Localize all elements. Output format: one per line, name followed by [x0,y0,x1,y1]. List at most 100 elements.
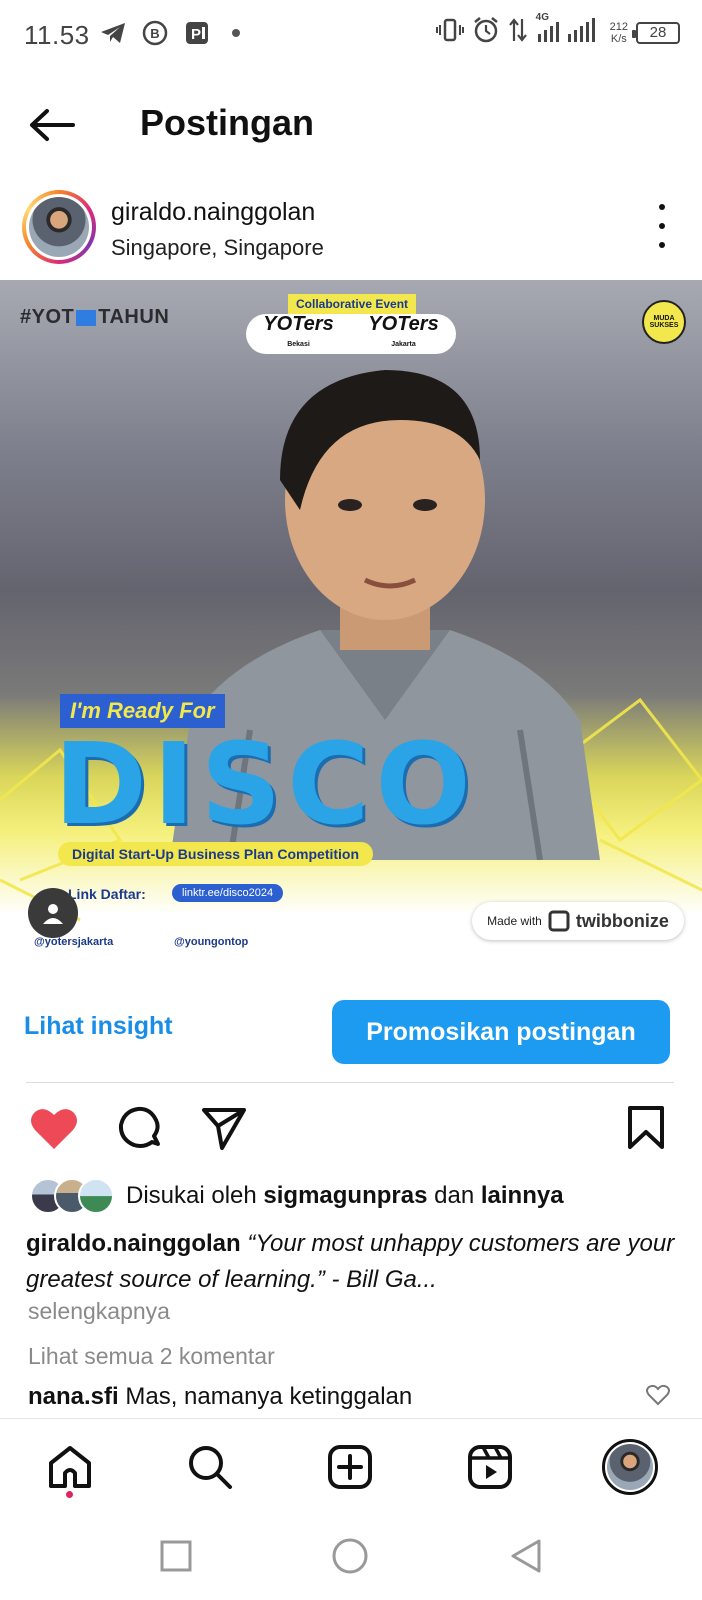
ig-handle-yotersjakarta: @yotersjakarta [34,936,114,948]
save-button[interactable] [620,1102,672,1154]
image-hashtag: #YOT TAHUN [20,306,169,329]
more-options-button[interactable] [652,204,672,248]
data-arrows-icon [508,17,528,48]
likes-others[interactable]: lainnya [481,1182,564,1209]
more-dot-icon [659,204,665,210]
nav-create[interactable] [322,1439,378,1495]
likes-conj: dan [434,1182,475,1209]
back-button[interactable] [22,100,82,150]
divider [26,1082,674,1083]
speed-value: 212 [609,20,628,33]
hashtag-left: #YOT [20,306,75,328]
heart-outline-icon [646,1384,670,1406]
network-type: 4G [535,12,549,23]
comment-preview[interactable]: nana.sfi Mas, namanya ketinggalan [28,1383,412,1411]
twibbonize-badge: Made with twibbonize [472,902,684,940]
competition-subtitle: Digital Start-Up Business Plan Competiti… [58,842,374,866]
parking-icon: P [182,18,212,48]
svg-text:B: B [150,26,159,41]
nav-search[interactable] [182,1439,238,1495]
more-dot-icon [659,242,665,248]
nav-home[interactable] [42,1439,98,1495]
comment-text: Mas, namanya ketinggalan [125,1383,413,1410]
person-tag-icon [43,904,63,924]
insight-row: Lihat insight Promosikan postingan [0,994,702,1064]
bookmark-icon [628,1106,664,1149]
likes-prefix: Disukai oleh [126,1182,257,1209]
likes-row[interactable]: Disukai oleh sigmagunpras dan lainnya [30,1176,564,1216]
back-triangle-icon [511,1539,541,1573]
bottom-nav-bar [0,1418,702,1514]
post-caption[interactable]: giraldo.nainggolan “Your most unhappy cu… [26,1226,676,1298]
avatar-image [29,197,89,257]
disco-title: DISCO [54,720,477,850]
top-app-bar: Postingan [0,80,702,170]
author-username[interactable]: giraldo.nainggolan [111,198,315,227]
hashtag-mark-icon [76,309,97,326]
caption-username[interactable]: giraldo.nainggolan [26,1230,241,1257]
system-home-button[interactable] [330,1536,370,1576]
home-circle-icon [332,1538,368,1574]
svg-text:P: P [191,26,201,43]
view-all-comments-link[interactable]: Lihat semua 2 komentar [28,1343,275,1370]
yoters-left-text: YOTers [263,312,334,335]
tagged-people-button[interactable] [28,888,78,938]
status-bar: 11.53 B P 4G 212 K/s 28 [0,0,702,72]
twibbon-brand-text: twibbonize [575,910,669,931]
share-button[interactable] [198,1102,250,1154]
collab-label: Collaborative Event [288,294,417,314]
speed-unit: K/s [610,32,627,45]
recents-icon [160,1540,192,1572]
more-dot-icon [659,223,665,229]
likes-text: Disukai oleh sigmagunpras dan lainnya [126,1182,564,1210]
promote-post-button[interactable]: Promosikan postingan [332,1000,670,1064]
status-system-icons: 4G 212 K/s 28 [435,12,680,49]
signal-icon: 4G [536,12,602,49]
post-actions [0,1096,702,1160]
search-icon [189,1446,232,1489]
liker-avatars [30,1178,114,1214]
caption-more-link[interactable]: selengkapnya [28,1298,170,1325]
comment-icon [118,1106,160,1148]
vibrate-icon [435,17,464,48]
arrow-left-icon [30,109,75,141]
liker-avatar [78,1178,114,1214]
registration-link: linktr.ee/disco2024 [172,884,284,902]
link-daftar-label: Link Daftar: [68,886,146,902]
nav-profile[interactable] [602,1439,658,1495]
twibbonize-logo-icon [548,910,570,932]
likes-user[interactable]: sigmagunpras [263,1182,427,1209]
status-time: 11.53 [24,20,90,50]
like-button[interactable] [28,1102,80,1154]
comment-like-button[interactable] [646,1384,672,1410]
create-icon [328,1445,372,1489]
post-image[interactable]: #YOT TAHUN Collaborative Event YOTers Bek… [0,280,702,970]
comment-username[interactable]: nana.sfi [28,1383,119,1410]
system-back-button[interactable] [506,1536,546,1576]
hashtag-right: TAHUN [98,306,170,328]
twibbon-made-text: Made with [487,914,542,928]
ig-handle-youngontop: @youngontop [174,936,249,948]
notification-dot-icon [232,29,240,37]
reels-icon [468,1445,512,1489]
profile-avatar [602,1439,658,1495]
view-insights-link[interactable]: Lihat insight [24,1012,173,1041]
profile-avatar-image [607,1444,653,1490]
system-nav-bar [0,1514,702,1600]
post-location[interactable]: Singapore, Singapore [111,235,324,261]
comment-button[interactable] [114,1102,166,1154]
nav-reels[interactable] [462,1439,518,1495]
yoters-right-text: YOTers [368,312,439,335]
telegram-icon [98,18,128,48]
recents-button[interactable] [156,1536,196,1576]
alarm-icon [472,16,500,49]
status-notification-icons: B P [98,18,240,48]
home-notification-dot [66,1491,73,1498]
author-avatar[interactable] [22,190,96,264]
home-icon [49,1446,91,1488]
heart-filled-icon [31,1109,77,1149]
post-author-row: giraldo.nainggolan Singapore, Singapore [0,184,702,274]
muda-sukses-badge: MUDA SUKSES [642,300,686,344]
battery-icon: 28 [632,21,680,44]
page-title: Postingan [140,102,315,143]
